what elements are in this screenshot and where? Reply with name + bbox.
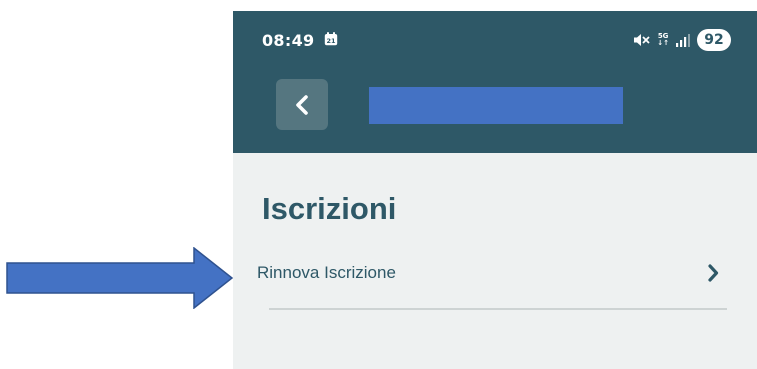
battery-indicator: 92 bbox=[697, 29, 731, 51]
chevron-left-icon bbox=[296, 94, 308, 115]
app-header: 08:49 21 5G ↓↑ 92 bbox=[233, 11, 757, 153]
calendar-icon: 21 bbox=[324, 32, 338, 46]
chevron-right-icon bbox=[708, 264, 719, 282]
annotation-arrow bbox=[6, 247, 234, 309]
network-type: 5G ↓↑ bbox=[657, 33, 669, 47]
status-indicators: 5G ↓↑ 92 bbox=[633, 28, 731, 52]
status-time: 08:49 bbox=[262, 31, 315, 50]
data-activity-arrows: ↓↑ bbox=[657, 39, 669, 47]
calendar-day: 21 bbox=[326, 37, 336, 45]
list-divider bbox=[269, 308, 727, 310]
signal-icon bbox=[676, 33, 690, 47]
phone-screen: 08:49 21 5G ↓↑ 92 Iscrizioni Rinnova Isc… bbox=[233, 11, 757, 369]
list-item-label: Rinnova Iscrizione bbox=[257, 263, 396, 282]
list-item-rinnova-iscrizione[interactable]: Rinnova Iscrizione bbox=[257, 251, 732, 307]
mute-icon bbox=[634, 34, 650, 46]
back-button[interactable] bbox=[276, 79, 328, 130]
page-title: Iscrizioni bbox=[262, 191, 397, 226]
redacted-header-title bbox=[369, 87, 623, 124]
